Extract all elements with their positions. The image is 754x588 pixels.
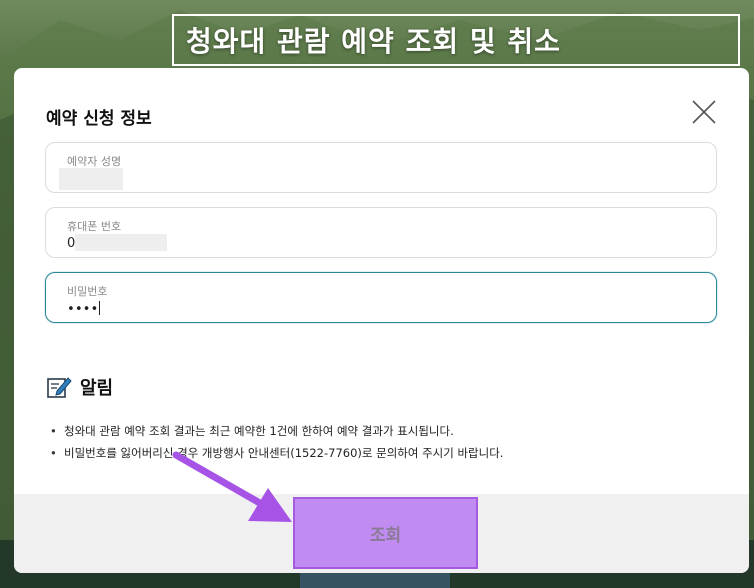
password-field[interactable]: 비밀번호 ••••	[45, 272, 717, 323]
memo-pencil-icon	[47, 377, 72, 398]
notice-list: 청와대 관람 예약 조회 결과는 최근 예약한 1건에 한하여 예약 결과가 표…	[50, 420, 503, 464]
name-field[interactable]: 예약자 성명	[45, 142, 717, 193]
text-caret	[99, 301, 101, 315]
notice-title: 알림	[80, 378, 114, 399]
redacted-phone	[75, 234, 167, 251]
phone-field-label: 휴대폰 번호	[67, 220, 122, 233]
modal-title: 예약 신청 정보	[46, 109, 152, 129]
phone-field[interactable]: 휴대폰 번호 0	[45, 207, 717, 258]
notice-header: 알림	[46, 374, 113, 400]
redacted-name	[59, 168, 123, 190]
notice-item: 비밀번호를 잃어버리신 경우 개방행사 안내센터(1522-7760)로 문의하…	[50, 442, 503, 464]
search-button[interactable]: 조회	[293, 497, 478, 569]
name-field-label: 예약자 성명	[67, 155, 122, 168]
search-button-label: 조회	[369, 525, 402, 546]
password-dots: ••••	[67, 302, 99, 317]
close-icon[interactable]	[690, 98, 718, 126]
reservation-modal: 예약 신청 정보 예약자 성명 휴대폰 번호 0 비밀번호 •••• 알림 청와…	[14, 68, 749, 573]
password-field-value: ••••	[67, 301, 101, 317]
password-field-label: 비밀번호	[67, 285, 108, 298]
page-title: 청와대 관람 예약 조회 및 취소	[186, 25, 561, 58]
page-title-frame: 청와대 관람 예약 조회 및 취소	[172, 14, 740, 66]
notice-item: 청와대 관람 예약 조회 결과는 최근 예약한 1건에 한하여 예약 결과가 표…	[50, 420, 503, 442]
